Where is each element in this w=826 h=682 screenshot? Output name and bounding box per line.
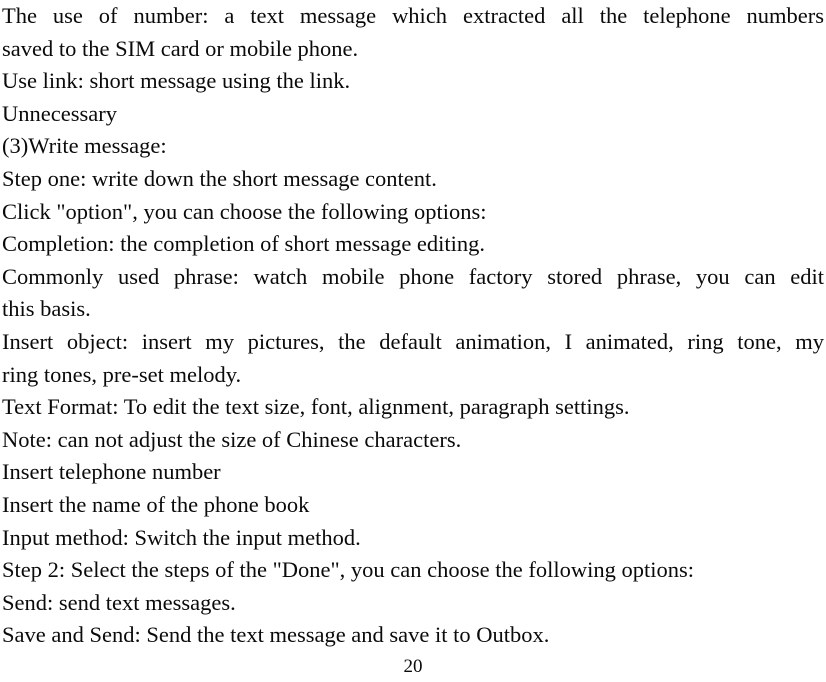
text-line: Click "option", you can choose the follo… (2, 198, 487, 224)
text-line: Send: send text messages. (2, 589, 236, 615)
text-line: Step one: write down the short message c… (2, 165, 437, 191)
document-body: The use of number: a text message which … (2, 0, 824, 652)
text-line: Text Format: To edit the text size, font… (2, 394, 630, 420)
text-line: Unnecessary (2, 100, 117, 126)
text-line: Insert object: insert my pictures, the d… (2, 328, 824, 354)
text-line: Input method: Switch the input method. (2, 524, 361, 550)
text-line: ring tones, pre-set melody. (2, 361, 242, 387)
text-line: saved to the SIM card or mobile phone. (2, 35, 359, 61)
page-number: 20 (403, 656, 423, 677)
text-line: this basis. (2, 296, 91, 322)
text-line: Completion: the completion of short mess… (2, 231, 486, 257)
text-line: Insert the name of the phone book (2, 491, 310, 517)
document-page: The use of number: a text message which … (0, 0, 826, 682)
text-line: Use link: short message using the link. (2, 68, 351, 94)
text-line: The use of number: a text message which … (2, 3, 824, 28)
text-line: Commonly used phrase: watch mobile phone… (2, 263, 824, 289)
text-line: Step 2: Select the steps of the "Done", … (2, 557, 694, 583)
text-line: (3)Write message: (2, 133, 167, 159)
text-line: Note: can not adjust the size of Chinese… (2, 426, 462, 452)
text-line: Insert telephone number (2, 459, 221, 485)
text-line: Save and Send: Send the text message and… (2, 622, 550, 648)
